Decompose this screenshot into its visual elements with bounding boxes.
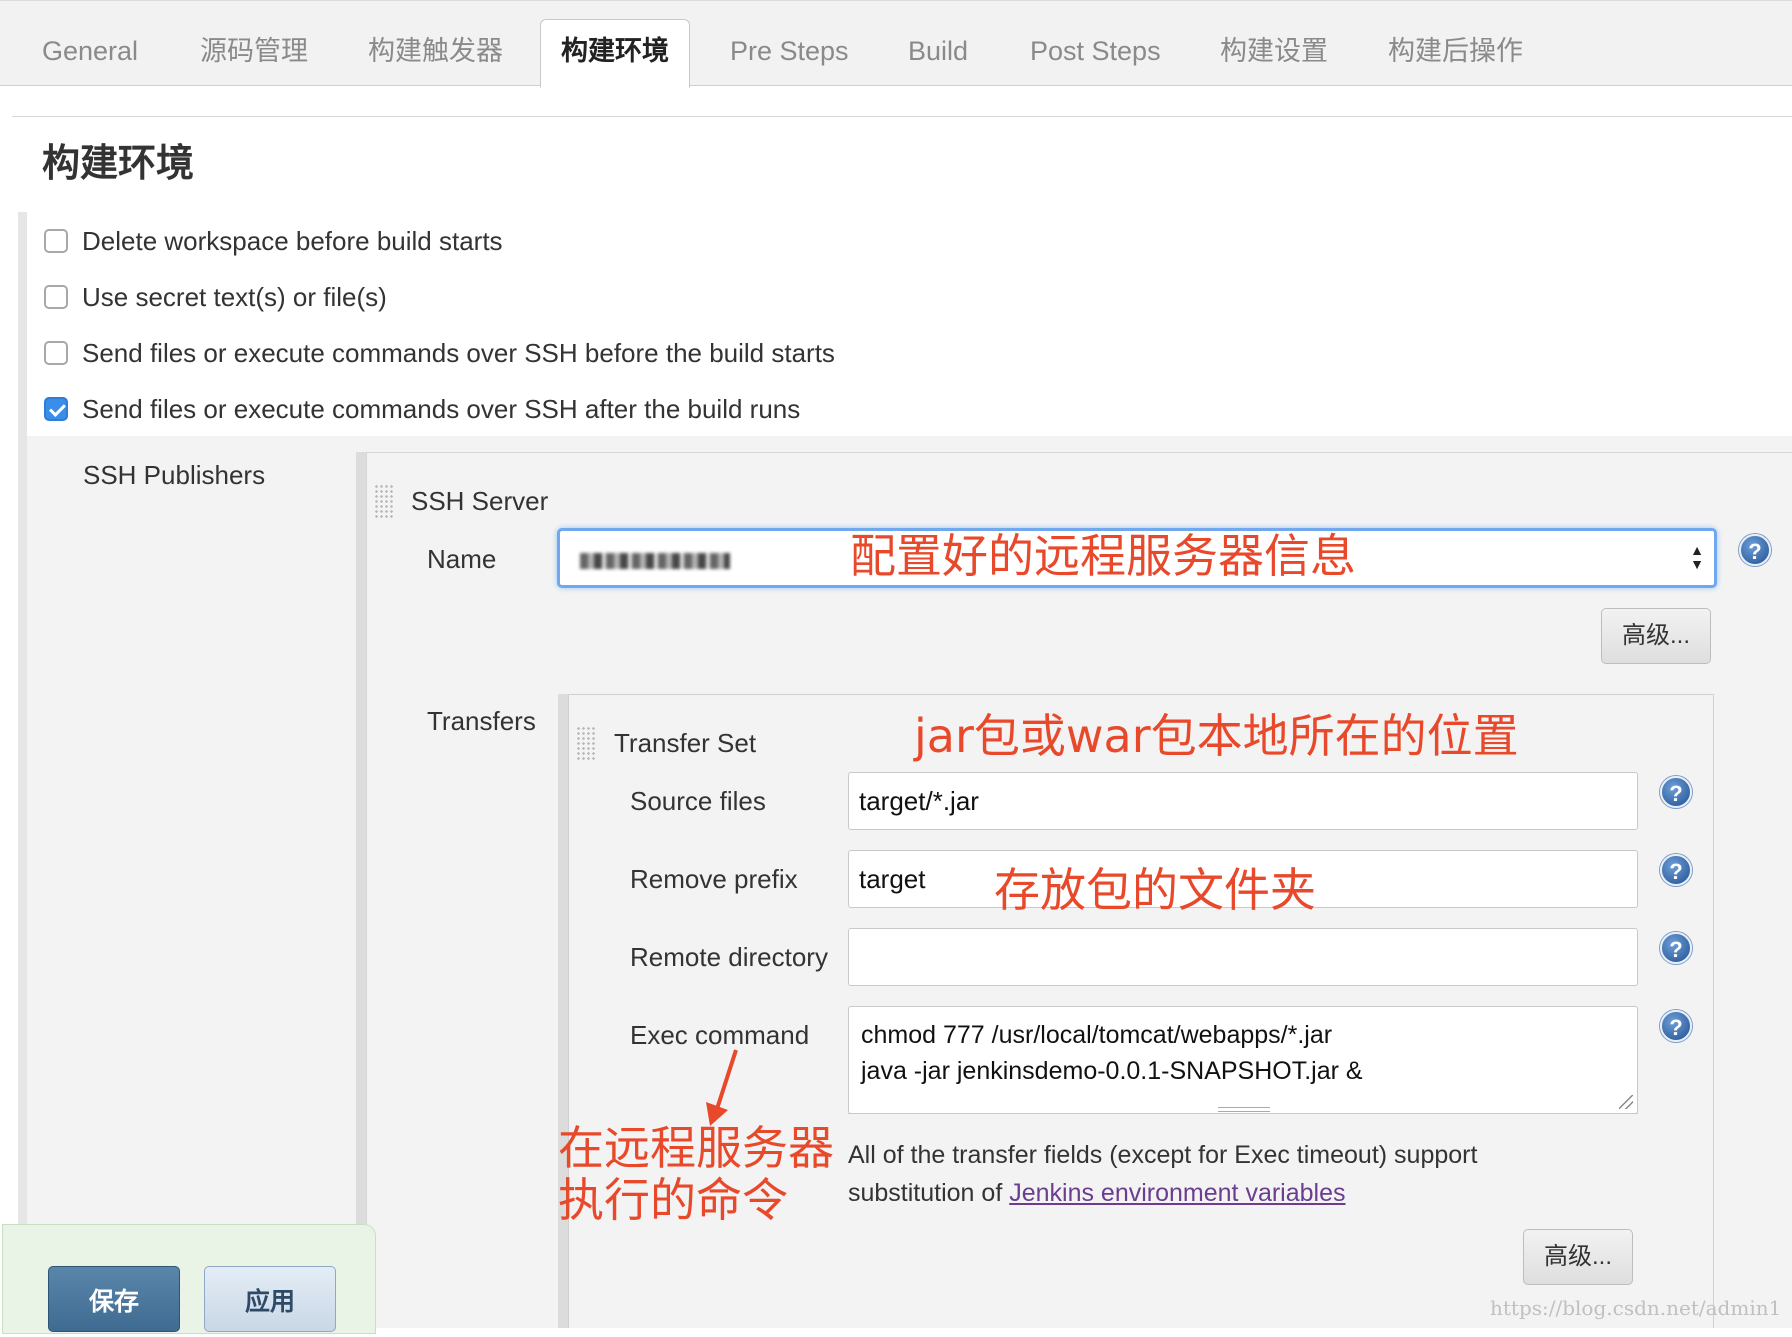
source-files-input[interactable]: target/*.jar	[848, 772, 1638, 830]
tab-post-build-actions[interactable]: 构建后操作	[1368, 23, 1543, 87]
help-icon[interactable]: ?	[1660, 854, 1692, 886]
remote-directory-label: Remote directory	[630, 942, 828, 972]
help-icon[interactable]: ?	[1660, 776, 1692, 808]
checkbox-delete-workspace-row[interactable]: Delete workspace before build starts	[44, 224, 503, 258]
help-icon[interactable]: ?	[1739, 534, 1771, 566]
checkbox-use-secret-row[interactable]: Use secret text(s) or file(s)	[44, 280, 387, 314]
tab-post-steps[interactable]: Post Steps	[1010, 23, 1181, 87]
tab-build-environment[interactable]: 构建环境	[540, 19, 690, 88]
exec-command-line: chmod 777 /usr/local/tomcat/webapps/*.ja…	[861, 1021, 1333, 1049]
tab-general[interactable]: General	[22, 23, 158, 87]
annotation-server-info: 配置好的远程服务器信息	[850, 529, 1356, 583]
redacted-server-name	[580, 553, 730, 569]
textarea-resize-handle[interactable]	[848, 1104, 1638, 1114]
substitution-info: All of the transfer fields (except for E…	[848, 1136, 1477, 1212]
checkbox-delete-workspace[interactable]	[44, 229, 68, 253]
tab-build[interactable]: Build	[888, 23, 988, 87]
checkbox-label: Delete workspace before build starts	[82, 225, 503, 256]
transfer-bar	[558, 694, 568, 1328]
info-text-line1: All of the transfer fields (except for E…	[848, 1141, 1478, 1169]
checkbox-ssh-before[interactable]	[44, 341, 68, 365]
exec-command-textarea[interactable]: chmod 777 /usr/local/tomcat/webapps/*.ja…	[848, 1006, 1638, 1114]
info-text-line2: substitution of	[848, 1179, 1010, 1207]
annotation-package-folder: 存放包的文件夹	[994, 863, 1316, 917]
checkbox-ssh-after-row[interactable]: Send files or execute commands over SSH …	[44, 392, 800, 426]
name-label: Name	[427, 544, 497, 574]
transfer-set-label: Transfer Set	[614, 728, 757, 758]
tab-source-management[interactable]: 源码管理	[180, 23, 328, 87]
exec-command-line: java -jar jenkinsdemo-0.0.1-SNAPSHOT.jar…	[861, 1057, 1363, 1085]
save-button[interactable]: 保存	[48, 1266, 180, 1332]
section-divider	[12, 116, 1792, 117]
apply-button[interactable]: 应用	[204, 1266, 336, 1332]
advanced-button-transfer[interactable]: 高级...	[1523, 1229, 1633, 1285]
remote-directory-input[interactable]	[848, 928, 1638, 986]
ssh-publishers-label: SSH Publishers	[83, 460, 266, 490]
annotation-exec-line2: 执行的命令	[558, 1173, 788, 1227]
tab-build-triggers[interactable]: 构建触发器	[348, 23, 523, 87]
checkbox-label: Send files or execute commands over SSH …	[82, 337, 835, 368]
drag-handle-icon[interactable]	[374, 484, 394, 518]
checkbox-use-secret[interactable]	[44, 285, 68, 309]
tab-build-settings[interactable]: 构建设置	[1200, 23, 1348, 87]
checkbox-ssh-before-row[interactable]: Send files or execute commands over SSH …	[44, 336, 835, 370]
tab-bar: General 源码管理 构建触发器 构建环境 Pre Steps Build …	[0, 0, 1792, 88]
select-arrows-icon: ▲ ▼	[1690, 542, 1704, 572]
annotation-jar-location: jar包或war包本地所在的位置	[914, 709, 1519, 763]
transfers-label: Transfers	[427, 706, 536, 736]
checkbox-label: Use secret text(s) or file(s)	[82, 281, 387, 312]
help-icon[interactable]: ?	[1660, 932, 1692, 964]
section-left-bar	[18, 212, 27, 1328]
source-files-label: Source files	[630, 786, 766, 816]
ssh-publisher-bar	[356, 452, 366, 1328]
annotation-exec-line1: 在远程服务器	[558, 1121, 834, 1175]
checkbox-ssh-after[interactable]	[44, 397, 68, 421]
checkbox-label: Send files or execute commands over SSH …	[82, 393, 801, 424]
annotation-arrow-icon	[706, 1049, 738, 1126]
jenkins-env-vars-link[interactable]: Jenkins environment variables	[1009, 1179, 1345, 1207]
ssh-server-label: SSH Server	[411, 486, 549, 516]
watermark: https://blog.csdn.net/admin1	[1490, 1296, 1782, 1320]
tab-pre-steps[interactable]: Pre Steps	[710, 23, 869, 87]
remove-prefix-label: Remove prefix	[630, 864, 798, 894]
page-title: 构建环境	[42, 141, 195, 185]
annotation-exec-command: 在远程服务器 执行的命令	[558, 1122, 834, 1226]
advanced-button[interactable]: 高级...	[1601, 608, 1711, 664]
help-icon[interactable]: ?	[1660, 1010, 1692, 1042]
drag-handle-icon[interactable]	[576, 726, 596, 760]
